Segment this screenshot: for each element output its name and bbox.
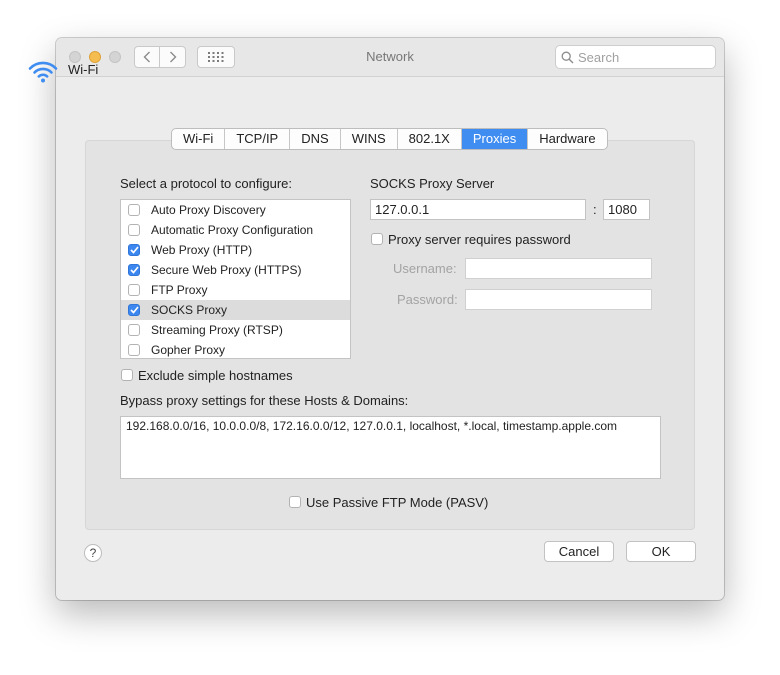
tab-tcpip[interactable]: TCP/IP (225, 129, 291, 149)
interface-name: Wi-Fi (68, 62, 99, 77)
search-icon (561, 51, 574, 64)
title-bar[interactable]: Network (56, 38, 724, 77)
requires-password-checkbox[interactable] (371, 233, 383, 245)
tab-bar: Wi-Fi TCP/IP DNS WINS 802.1X Proxies Har… (171, 128, 608, 150)
password-field[interactable] (465, 289, 652, 310)
protocol-label: Web Proxy (HTTP) (151, 243, 253, 257)
protocol-checkbox[interactable] (128, 284, 140, 296)
help-button[interactable]: ? (84, 544, 102, 562)
protocol-item[interactable]: Auto Proxy Discovery (121, 200, 350, 220)
protocol-checkbox[interactable] (128, 244, 140, 256)
protocol-list[interactable]: Auto Proxy Discovery Automatic Proxy Conf… (120, 199, 351, 359)
wifi-icon (28, 61, 58, 83)
protocol-label: FTP Proxy (151, 283, 208, 297)
protocol-checkbox[interactable] (128, 304, 140, 316)
protocol-item[interactable]: SOCKS Proxy (121, 300, 350, 320)
tab-proxies[interactable]: Proxies (461, 129, 529, 149)
protocol-checkbox[interactable] (128, 344, 140, 356)
protocol-checkbox[interactable] (128, 224, 140, 236)
username-field[interactable] (465, 258, 652, 279)
bypass-textarea[interactable]: 192.168.0.0/16, 10.0.0.0/8, 172.16.0.0/1… (120, 416, 661, 479)
cancel-button[interactable]: Cancel (544, 541, 614, 562)
bypass-heading: Bypass proxy settings for these Hosts & … (120, 393, 409, 408)
proxy-port-field[interactable] (603, 199, 650, 220)
passive-ftp-checkbox[interactable] (289, 496, 301, 508)
protocol-checkbox[interactable] (128, 264, 140, 276)
password-label: Password: (397, 292, 458, 307)
protocol-label: Secure Web Proxy (HTTPS) (151, 263, 302, 277)
exclude-simple-checkbox[interactable] (121, 369, 133, 381)
protocol-item[interactable]: Web Proxy (HTTP) (121, 240, 350, 260)
proxy-host-field[interactable] (370, 199, 586, 220)
protocol-checkbox[interactable] (128, 324, 140, 336)
protocol-label: SOCKS Proxy (151, 303, 228, 317)
exclude-simple-row[interactable]: Exclude simple hostnames (120, 368, 320, 384)
exclude-simple-label: Exclude simple hostnames (138, 368, 293, 383)
passive-ftp-row[interactable]: Use Passive FTP Mode (PASV) (288, 495, 498, 511)
username-label: Username: (393, 261, 457, 276)
tab-wins[interactable]: WINS (341, 129, 398, 149)
tab-hardware[interactable]: Hardware (528, 129, 606, 149)
port-separator: : (593, 202, 597, 217)
search-field[interactable] (555, 45, 716, 69)
protocol-label: Auto Proxy Discovery (151, 203, 266, 217)
protocol-item[interactable]: Gopher Proxy (121, 340, 350, 358)
checkmark-icon (129, 246, 139, 254)
tab-dns[interactable]: DNS (290, 129, 341, 149)
tab-8021x[interactable]: 802.1X (398, 129, 462, 149)
protocol-label: Gopher Proxy (151, 343, 226, 357)
checkmark-icon (129, 306, 139, 314)
requires-password-row[interactable]: Proxy server requires password (370, 232, 600, 248)
server-heading: SOCKS Proxy Server (370, 176, 495, 191)
protocol-label: Automatic Proxy Configuration (151, 223, 314, 237)
protocol-item[interactable]: FTP Proxy (121, 280, 350, 300)
protocol-item[interactable]: Secure Web Proxy (HTTPS) (121, 260, 350, 280)
protocol-heading: Select a protocol to configure: (120, 176, 292, 191)
ok-button[interactable]: OK (626, 541, 696, 562)
protocol-checkbox[interactable] (128, 204, 140, 216)
tab-wifi[interactable]: Wi-Fi (172, 129, 226, 149)
checkmark-icon (129, 266, 139, 274)
protocol-item[interactable]: Streaming Proxy (RTSP) (121, 320, 350, 340)
search-input[interactable] (578, 48, 708, 66)
passive-ftp-label: Use Passive FTP Mode (PASV) (306, 495, 489, 510)
protocol-label: Streaming Proxy (RTSP) (151, 323, 283, 337)
protocol-item[interactable]: Automatic Proxy Configuration (121, 220, 350, 240)
requires-password-label: Proxy server requires password (388, 232, 571, 247)
